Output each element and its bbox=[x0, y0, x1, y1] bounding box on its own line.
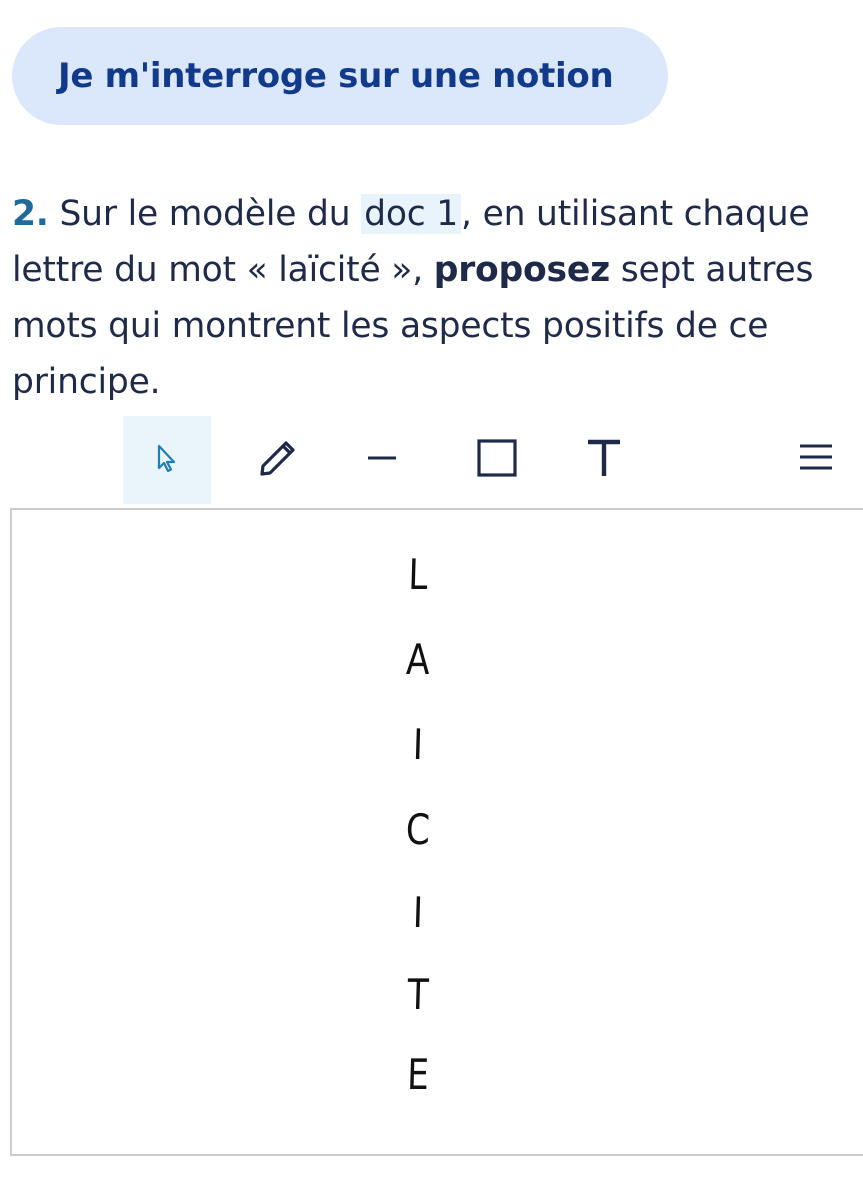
menu-icon bbox=[796, 438, 836, 482]
line-icon bbox=[362, 438, 402, 482]
question-number: 2. bbox=[12, 194, 49, 234]
question-text-part: Sur le modèle du bbox=[48, 194, 362, 234]
drawing-toolbar bbox=[0, 416, 863, 506]
question-instruction-verb: proposez bbox=[433, 250, 610, 290]
menu-button[interactable] bbox=[772, 416, 860, 504]
question-text: 2. Sur le modèle du doc 1, en utilisant … bbox=[12, 186, 857, 410]
section-title: Je m'interroge sur une notion bbox=[12, 27, 668, 125]
rectangle-tool-button[interactable] bbox=[453, 416, 541, 504]
text-icon bbox=[582, 436, 626, 484]
pencil-icon bbox=[256, 436, 300, 484]
acrostic-letter: A bbox=[405, 635, 431, 684]
select-tool-button[interactable] bbox=[123, 416, 211, 504]
acrostic-letter: E bbox=[406, 1050, 430, 1099]
acrostic-letter: T bbox=[406, 970, 430, 1019]
acrostic-letter: I bbox=[412, 888, 424, 937]
text-tool-button[interactable] bbox=[560, 416, 648, 504]
pen-tool-button[interactable] bbox=[234, 416, 322, 504]
drawing-canvas[interactable]: L A I C I T E bbox=[10, 508, 863, 1156]
acrostic-letter: C bbox=[405, 805, 431, 854]
acrostic-letter: L bbox=[407, 550, 429, 599]
acrostic-letter: I bbox=[412, 720, 424, 769]
rectangle-icon bbox=[475, 436, 519, 484]
pointer-icon bbox=[150, 441, 184, 479]
line-tool-button[interactable] bbox=[338, 416, 426, 504]
doc-reference-link[interactable]: doc 1 bbox=[361, 194, 462, 234]
